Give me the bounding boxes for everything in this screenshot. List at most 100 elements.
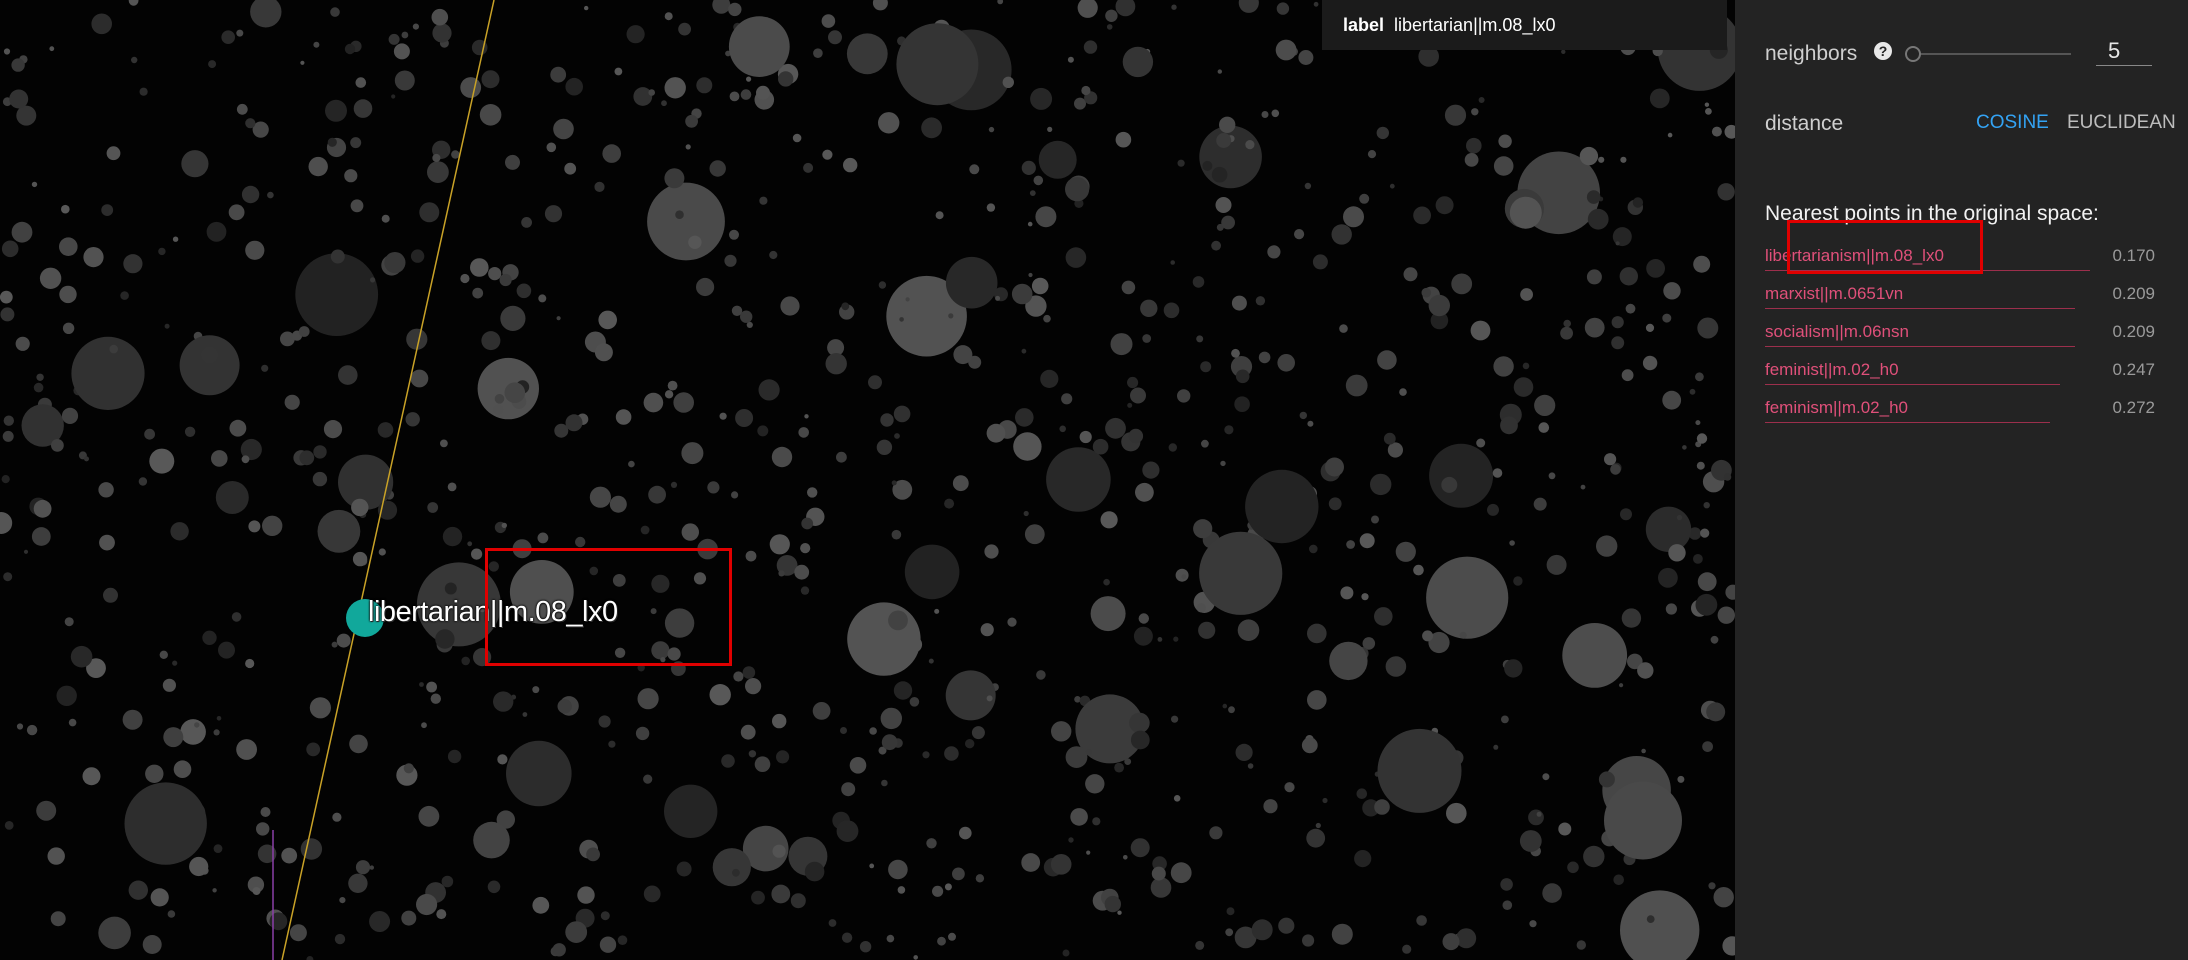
- data-point[interactable]: [1567, 861, 1579, 874]
- data-point[interactable]: [1459, 631, 1467, 639]
- data-point[interactable]: [553, 118, 574, 140]
- data-point[interactable]: [893, 681, 913, 700]
- data-point[interactable]: [1117, 910, 1122, 915]
- data-point[interactable]: [36, 800, 57, 821]
- data-point[interactable]: [565, 414, 583, 432]
- data-point[interactable]: [1500, 416, 1518, 435]
- data-point[interactable]: [412, 23, 419, 30]
- data-point[interactable]: [841, 932, 853, 943]
- data-point[interactable]: [1403, 267, 1418, 282]
- data-point[interactable]: [1278, 917, 1295, 934]
- data-point[interactable]: [1067, 56, 1074, 63]
- data-point[interactable]: [1086, 850, 1091, 855]
- data-point[interactable]: [1604, 453, 1617, 466]
- data-point[interactable]: [742, 666, 756, 679]
- data-point[interactable]: [470, 258, 489, 277]
- data-point[interactable]: [1361, 593, 1369, 601]
- data-point[interactable]: [1302, 934, 1315, 947]
- data-point[interactable]: [1170, 260, 1175, 265]
- data-point[interactable]: [599, 936, 617, 953]
- data-point[interactable]: [332, 812, 342, 822]
- data-point[interactable]: [201, 346, 219, 364]
- data-point[interactable]: [427, 161, 449, 184]
- data-point[interactable]: [771, 884, 791, 904]
- data-point[interactable]: [306, 742, 321, 757]
- data-point[interactable]: [236, 739, 257, 760]
- data-point[interactable]: [481, 70, 500, 89]
- data-point[interactable]: [798, 427, 809, 438]
- data-point[interactable]: [800, 543, 811, 554]
- data-point[interactable]: [664, 390, 674, 399]
- data-point[interactable]: [965, 739, 975, 749]
- data-point[interactable]: [1441, 476, 1458, 493]
- data-point[interactable]: [1722, 936, 1735, 956]
- point-cloud[interactable]: [0, 0, 1735, 960]
- data-point[interactable]: [586, 847, 600, 862]
- data-point[interactable]: [1665, 603, 1677, 615]
- data-point[interactable]: [241, 185, 260, 204]
- data-point[interactable]: [1562, 623, 1628, 688]
- data-point[interactable]: [1466, 137, 1482, 154]
- data-point[interactable]: [501, 522, 507, 529]
- data-point[interactable]: [1200, 361, 1212, 373]
- data-point[interactable]: [173, 760, 192, 778]
- data-point[interactable]: [64, 617, 74, 627]
- data-point[interactable]: [1513, 576, 1523, 586]
- data-point[interactable]: [1413, 564, 1424, 576]
- data-point[interactable]: [1542, 883, 1562, 903]
- data-point[interactable]: [15, 336, 30, 351]
- data-point[interactable]: [840, 727, 847, 734]
- data-point[interactable]: [552, 943, 566, 957]
- data-point[interactable]: [1583, 845, 1605, 868]
- data-point[interactable]: [418, 805, 440, 827]
- data-point[interactable]: [472, 287, 484, 299]
- data-point[interactable]: [626, 25, 645, 44]
- data-point[interactable]: [821, 14, 836, 28]
- data-point[interactable]: [1613, 874, 1624, 886]
- data-point[interactable]: [643, 885, 661, 903]
- data-point[interactable]: [49, 46, 55, 52]
- data-point[interactable]: [9, 89, 29, 109]
- data-point[interactable]: [212, 888, 217, 893]
- data-point[interactable]: [1277, 354, 1295, 372]
- data-point[interactable]: [369, 865, 374, 870]
- data-point[interactable]: [1170, 862, 1192, 884]
- data-point[interactable]: [769, 534, 790, 555]
- data-point[interactable]: [1389, 183, 1395, 189]
- data-point[interactable]: [1446, 802, 1467, 824]
- data-point[interactable]: [3, 48, 11, 55]
- data-point[interactable]: [709, 684, 731, 706]
- data-point[interactable]: [241, 455, 250, 464]
- distance-cosine-button[interactable]: COSINE: [1976, 112, 2049, 134]
- data-point[interactable]: [236, 29, 244, 37]
- data-point[interactable]: [124, 782, 207, 865]
- data-point[interactable]: [59, 237, 78, 256]
- data-point[interactable]: [648, 89, 655, 96]
- data-point[interactable]: [1620, 156, 1627, 163]
- nearest-point-label[interactable]: socialism||m.06nsn: [1765, 322, 1909, 342]
- data-point[interactable]: [355, 860, 371, 875]
- data-point[interactable]: [59, 285, 77, 304]
- data-point[interactable]: [888, 859, 908, 880]
- data-point[interactable]: [1074, 97, 1086, 110]
- data-point[interactable]: [1307, 420, 1314, 427]
- data-point[interactable]: [944, 746, 959, 761]
- data-point[interactable]: [1251, 919, 1273, 941]
- data-point[interactable]: [145, 764, 164, 783]
- data-point[interactable]: [778, 570, 785, 577]
- data-point[interactable]: [1114, 762, 1124, 773]
- data-point[interactable]: [1035, 206, 1057, 228]
- data-point[interactable]: [1713, 887, 1734, 908]
- data-point[interactable]: [1138, 613, 1150, 624]
- data-point[interactable]: [1646, 259, 1665, 278]
- data-point[interactable]: [712, 0, 731, 14]
- data-point[interactable]: [828, 30, 842, 45]
- data-point[interactable]: [309, 697, 331, 719]
- data-point[interactable]: [252, 887, 261, 895]
- data-point[interactable]: [1307, 690, 1327, 710]
- data-point[interactable]: [300, 60, 305, 65]
- data-point[interactable]: [1304, 182, 1312, 190]
- data-point[interactable]: [391, 94, 396, 99]
- data-point[interactable]: [648, 485, 666, 504]
- data-point[interactable]: [751, 890, 765, 905]
